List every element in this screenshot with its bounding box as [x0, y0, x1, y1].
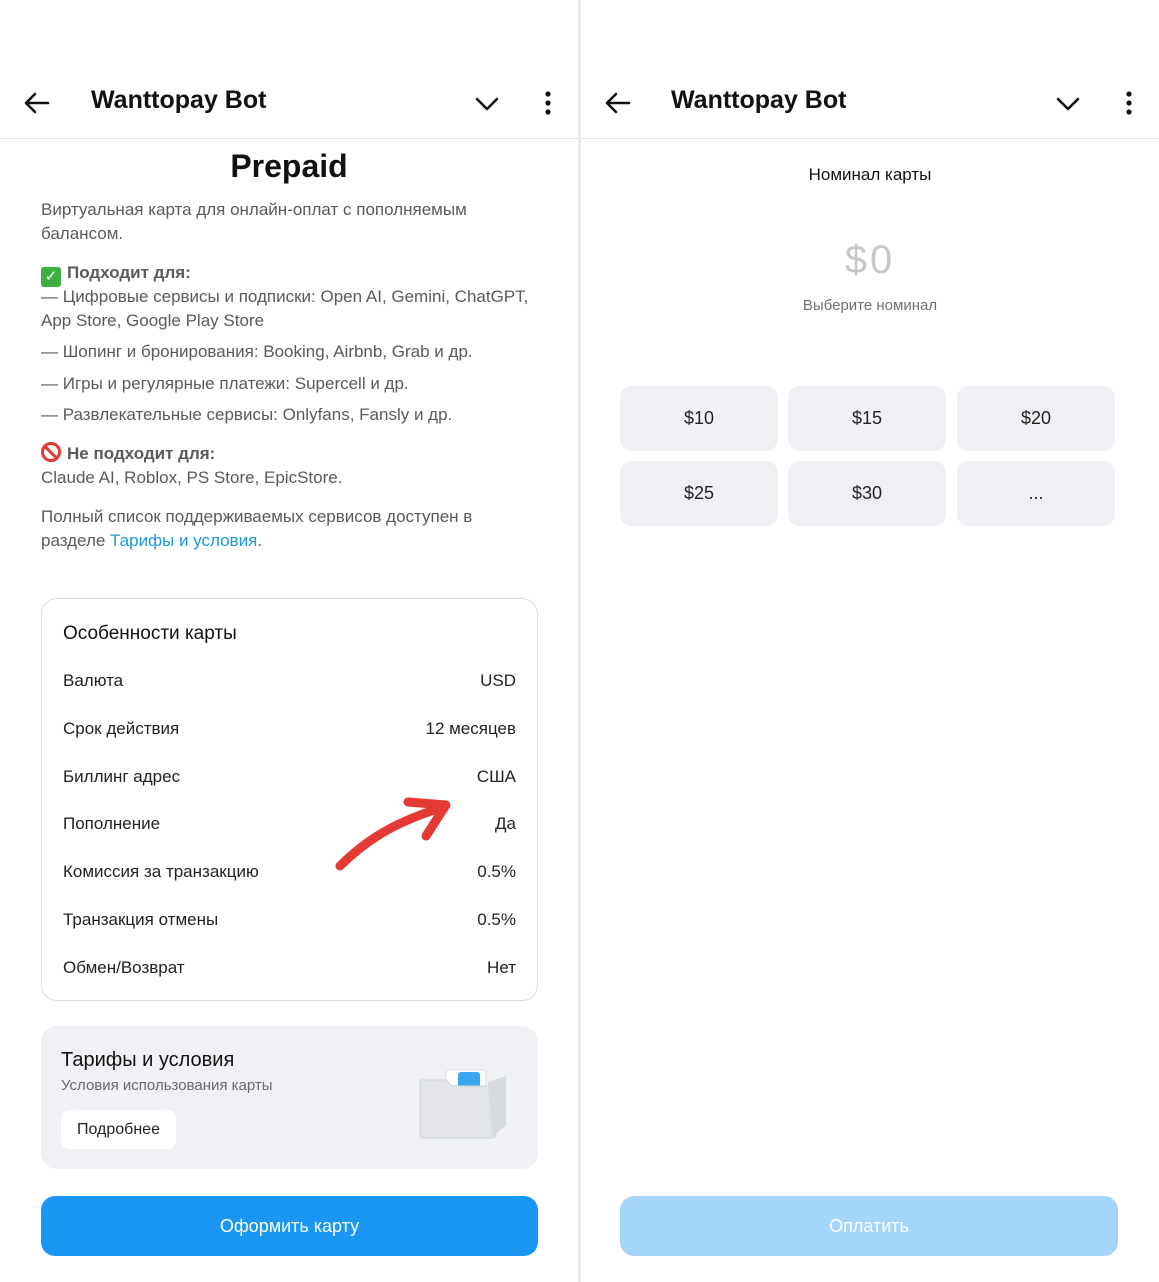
amount-option-30[interactable]: $30 — [788, 461, 946, 526]
chat-header: Wanttopay Bot — [581, 0, 1159, 139]
header-title: Wanttopay Bot — [91, 86, 267, 114]
prohibited-icon — [41, 442, 61, 462]
pay-button[interactable]: Оплатить — [620, 1196, 1118, 1256]
amount-option-15[interactable]: $15 — [788, 386, 946, 451]
feature-key: Валюта — [63, 671, 124, 690]
feature-row: Биллинг адрес США — [63, 767, 516, 791]
tariffs-link[interactable]: Тарифы и условия — [110, 531, 257, 550]
tariffs-subtitle: Условия использования карты — [61, 1077, 273, 1094]
feature-key: Срок действия — [63, 719, 180, 738]
feature-key: Биллинг адрес — [63, 767, 181, 786]
feature-row: Транзакция отмены 0.5% — [63, 910, 516, 934]
details-button[interactable]: Подробнее — [61, 1110, 176, 1149]
suitable-heading: ✓ Подходит для: — [41, 261, 191, 287]
card-features: Особенности карты Валюта USD Срок действ… — [41, 598, 538, 1001]
arrow-left-icon[interactable] — [22, 88, 52, 118]
feature-value: 0.5% — [477, 910, 516, 929]
selected-amount: $0 — [844, 238, 896, 282]
tariffs-card[interactable]: Тарифы и условия Условия использования к… — [41, 1026, 538, 1169]
feature-value: Нет — [487, 958, 516, 977]
features-title: Особенности карты — [63, 623, 237, 644]
chevron-down-icon[interactable] — [1054, 92, 1082, 116]
feature-value: USD — [480, 671, 516, 690]
feature-key: Транзакция отмены — [63, 910, 219, 929]
tariffs-title: Тарифы и условия — [61, 1049, 235, 1071]
check-mark-icon: ✓ — [41, 267, 61, 287]
list-item: — Развлекательные сервисы: Onlyfans, Fan… — [41, 405, 453, 424]
list-item: — Игры и регулярные платежи: Supercell и… — [41, 374, 409, 393]
header-title: Wanttopay Bot — [671, 86, 847, 114]
feature-value: 12 месяцев — [425, 719, 516, 738]
chat-header: Wanttopay Bot — [0, 0, 578, 139]
feature-key: Обмен/Возврат — [63, 958, 185, 977]
feature-value: США — [476, 767, 516, 786]
feature-value: Да — [495, 814, 516, 833]
amount-option-more[interactable]: ... — [957, 461, 1115, 526]
card-description: Виртуальная карта для онлайн-оплат с поп… — [41, 200, 467, 243]
feature-key: Комиссия за транзакцию — [63, 862, 259, 881]
suitable-heading-text: Подходит для: — [67, 263, 191, 282]
more-vertical-icon[interactable] — [1119, 88, 1139, 118]
more-vertical-icon[interactable] — [538, 88, 558, 118]
feature-value: 0.5% — [477, 862, 516, 881]
not-suitable-heading-text: Не подходит для: — [67, 444, 216, 463]
left-screen: Wanttopay Bot ... Prepaid Виртуальная ка… — [0, 0, 578, 1282]
folder-icon — [419, 1069, 506, 1139]
amount-option-25[interactable]: $25 — [620, 461, 778, 526]
amount-option-20[interactable]: $20 — [957, 386, 1115, 451]
not-suitable-list: Claude AI, Roblox, PS Store, EpicStore. — [41, 468, 343, 487]
annotation-arrow-icon — [335, 797, 451, 871]
amount-hint: Выберите номинал — [802, 297, 938, 314]
nominal-title: Номинал карты — [808, 165, 932, 184]
list-item: — Шопинг и бронирования: Booking, Airbnb… — [41, 342, 473, 361]
not-suitable-heading: Не подходит для: — [41, 442, 215, 466]
chevron-down-icon[interactable] — [473, 92, 501, 116]
amount-option-10[interactable]: $10 — [620, 386, 778, 451]
list-item: — Цифровые сервисы и подписки: Open AI, … — [41, 287, 529, 330]
full-list-note: Полный список поддерживаемых сервисов до… — [41, 505, 521, 553]
issue-card-button[interactable]: Оформить карту — [41, 1196, 538, 1256]
feature-row: Срок действия 12 месяцев — [63, 719, 516, 743]
right-screen: Wanttopay Bot Номинал карты $0 Выберите … — [581, 0, 1159, 1282]
feature-row: Валюта USD — [63, 671, 516, 695]
feature-key: Пополнение — [63, 814, 161, 833]
full-list-suffix: . — [257, 531, 263, 550]
feature-row: Обмен/Возврат Нет — [63, 958, 516, 982]
page-title: Prepaid — [230, 148, 348, 184]
arrow-left-icon[interactable] — [603, 88, 633, 118]
